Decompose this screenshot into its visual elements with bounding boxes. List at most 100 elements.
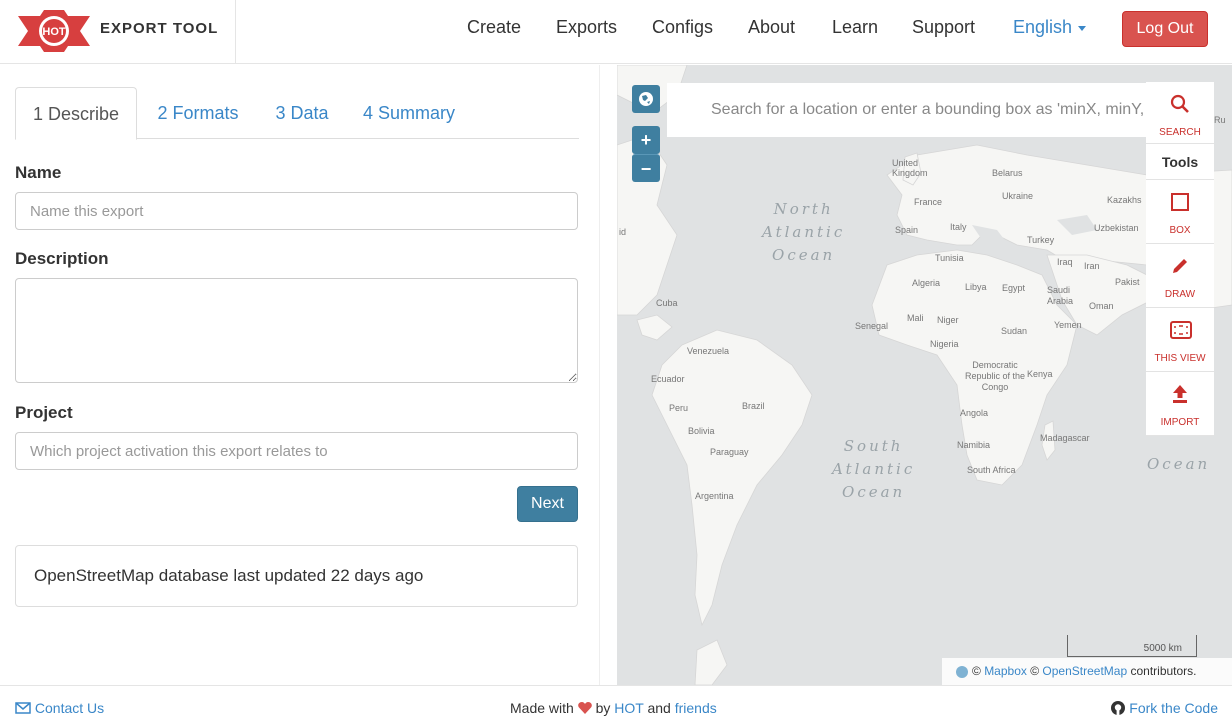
nav-create[interactable]: Create bbox=[467, 17, 521, 38]
place-pakist: Pakist bbox=[1115, 277, 1140, 287]
pencil-icon bbox=[1173, 259, 1187, 273]
place-niger: Niger bbox=[937, 315, 959, 325]
search-icon bbox=[1170, 94, 1189, 113]
this-view-icon bbox=[1170, 321, 1192, 339]
place-paraguay: Paraguay bbox=[710, 447, 749, 457]
map-attribution: © Mapbox © OpenStreetMap contributors. bbox=[942, 658, 1232, 685]
place-kazakh: Kazakhs bbox=[1107, 195, 1142, 205]
hot-link[interactable]: HOT bbox=[614, 700, 643, 716]
place-kenya: Kenya bbox=[1027, 369, 1053, 379]
logout-button[interactable]: Log Out bbox=[1122, 11, 1208, 47]
osm-update-status: OpenStreetMap database last updated 22 d… bbox=[15, 545, 578, 607]
description-label: Description bbox=[15, 249, 109, 268]
place-drc: Democratic Republic of the Congo bbox=[964, 360, 1026, 392]
nav-learn[interactable]: Learn bbox=[832, 17, 878, 38]
place-italy: Italy bbox=[950, 222, 967, 232]
place-iraq: Iraq bbox=[1057, 257, 1073, 267]
export-form-panel: 1 Describe 2 Formats 3 Data 4 Summary Na… bbox=[0, 65, 600, 685]
place-cuba: Cuba bbox=[656, 298, 678, 308]
draw-tool-label: DRAW bbox=[1164, 289, 1196, 300]
tab-formats[interactable]: 2 Formats bbox=[143, 87, 253, 139]
search-tool-label: SEARCH bbox=[1159, 127, 1201, 138]
place-edge-right: Ru bbox=[1214, 115, 1226, 125]
search-tool-button[interactable]: SEARCH bbox=[1146, 82, 1214, 144]
place-mali: Mali bbox=[907, 313, 924, 323]
place-oman: Oman bbox=[1089, 301, 1114, 311]
description-textarea[interactable] bbox=[15, 278, 578, 383]
this-view-tool-button[interactable]: THIS VIEW bbox=[1146, 308, 1214, 372]
hot-logo-icon: HOT bbox=[18, 10, 90, 52]
place-edge-left: id bbox=[619, 227, 627, 237]
nav-about[interactable]: About bbox=[748, 17, 795, 38]
ocean-label-north-atlantic: North Atlantic Ocean bbox=[762, 200, 846, 264]
github-icon bbox=[1111, 701, 1126, 715]
made-with-credit: Made with by HOT and friends bbox=[510, 700, 717, 716]
ocean-label-south-atlantic: South Atlantic Ocean bbox=[832, 437, 916, 501]
tools-header: Tools bbox=[1146, 144, 1214, 180]
import-tool-button[interactable]: IMPORT bbox=[1146, 372, 1214, 436]
map-scale-bar: 5000 km bbox=[1067, 635, 1197, 657]
map-toolbar: SEARCH Tools BOX DRAW THIS VIEW IMPORT bbox=[1146, 82, 1214, 436]
place-ecuador: Ecuador bbox=[651, 374, 685, 384]
box-icon bbox=[1171, 193, 1189, 211]
zoom-out-button[interactable]: − bbox=[632, 154, 660, 182]
place-iran: Iran bbox=[1084, 261, 1100, 271]
app-name: EXPORT TOOL bbox=[100, 20, 219, 37]
map-view[interactable]: North Atlantic Ocean South Atlantic Ocea… bbox=[617, 65, 1232, 685]
friends-link[interactable]: friends bbox=[675, 700, 717, 716]
name-label: Name bbox=[15, 163, 62, 182]
attribution-suffix: contributors. bbox=[1130, 664, 1197, 678]
place-ukraine: Ukraine bbox=[1002, 191, 1034, 201]
draw-tool-button[interactable]: DRAW bbox=[1146, 244, 1214, 308]
box-tool-button[interactable]: BOX bbox=[1146, 180, 1214, 244]
place-namibia: Namibia bbox=[957, 440, 991, 450]
logo-text: HOT bbox=[42, 26, 66, 38]
envelope-icon bbox=[15, 702, 31, 714]
top-navbar: HOT EXPORT TOOL Create Exports Configs A… bbox=[0, 0, 1232, 64]
brand[interactable]: HOT EXPORT TOOL bbox=[0, 0, 236, 64]
this-view-tool-label: THIS VIEW bbox=[1154, 353, 1206, 364]
place-sudan: Sudan bbox=[1001, 326, 1028, 336]
fork-the-code-label: Fork the Code bbox=[1129, 700, 1218, 716]
mapbox-link[interactable]: Mapbox bbox=[984, 664, 1027, 678]
fork-the-code-link[interactable]: Fork the Code bbox=[1111, 700, 1218, 716]
tab-summary[interactable]: 4 Summary bbox=[355, 87, 463, 139]
place-madagascar: Madagascar bbox=[1040, 433, 1090, 443]
name-input[interactable] bbox=[15, 192, 578, 230]
next-button[interactable]: Next bbox=[517, 486, 578, 522]
heart-icon bbox=[577, 702, 592, 714]
place-bolivia: Bolivia bbox=[688, 426, 715, 436]
caret-down-icon bbox=[1078, 25, 1087, 31]
place-tunisia: Tunisia bbox=[935, 253, 964, 263]
place-yemen: Yemen bbox=[1054, 320, 1082, 330]
project-input[interactable] bbox=[15, 432, 578, 470]
language-label: English bbox=[1013, 17, 1073, 37]
language-dropdown[interactable]: English bbox=[1013, 17, 1087, 38]
ocean-label-indian: Ocean bbox=[1147, 455, 1211, 473]
place-brazil: Brazil bbox=[742, 401, 765, 411]
tab-data[interactable]: 3 Data bbox=[265, 87, 339, 139]
nav-exports[interactable]: Exports bbox=[556, 17, 617, 38]
contact-us-link[interactable]: Contact Us bbox=[15, 700, 104, 716]
place-peru: Peru bbox=[669, 403, 689, 413]
globe-button[interactable] bbox=[632, 85, 660, 113]
zoom-in-button[interactable]: + bbox=[632, 126, 660, 154]
place-algeria: Algeria bbox=[912, 278, 941, 288]
place-angola: Angola bbox=[960, 408, 989, 418]
place-france: France bbox=[914, 197, 943, 207]
tab-describe[interactable]: 1 Describe bbox=[15, 87, 137, 140]
place-senegal: Senegal bbox=[855, 321, 889, 331]
place-venezuela: Venezuela bbox=[687, 346, 730, 356]
place-uk: United Kingdom bbox=[892, 158, 928, 178]
nav-configs[interactable]: Configs bbox=[652, 17, 713, 38]
import-tool-label: IMPORT bbox=[1160, 417, 1200, 428]
contact-us-label: Contact Us bbox=[34, 700, 105, 716]
map-search-bar bbox=[667, 83, 1147, 137]
map-search-input[interactable] bbox=[667, 83, 1147, 137]
nav-support[interactable]: Support bbox=[912, 17, 975, 38]
osm-link[interactable]: OpenStreetMap bbox=[1042, 664, 1127, 678]
place-uzbek: Uzbekistan bbox=[1094, 223, 1139, 233]
footer: Contact Us Made with by HOT and friends … bbox=[0, 685, 1232, 720]
place-south-africa: South Africa bbox=[967, 465, 1016, 475]
box-tool-label: BOX bbox=[1169, 225, 1191, 236]
